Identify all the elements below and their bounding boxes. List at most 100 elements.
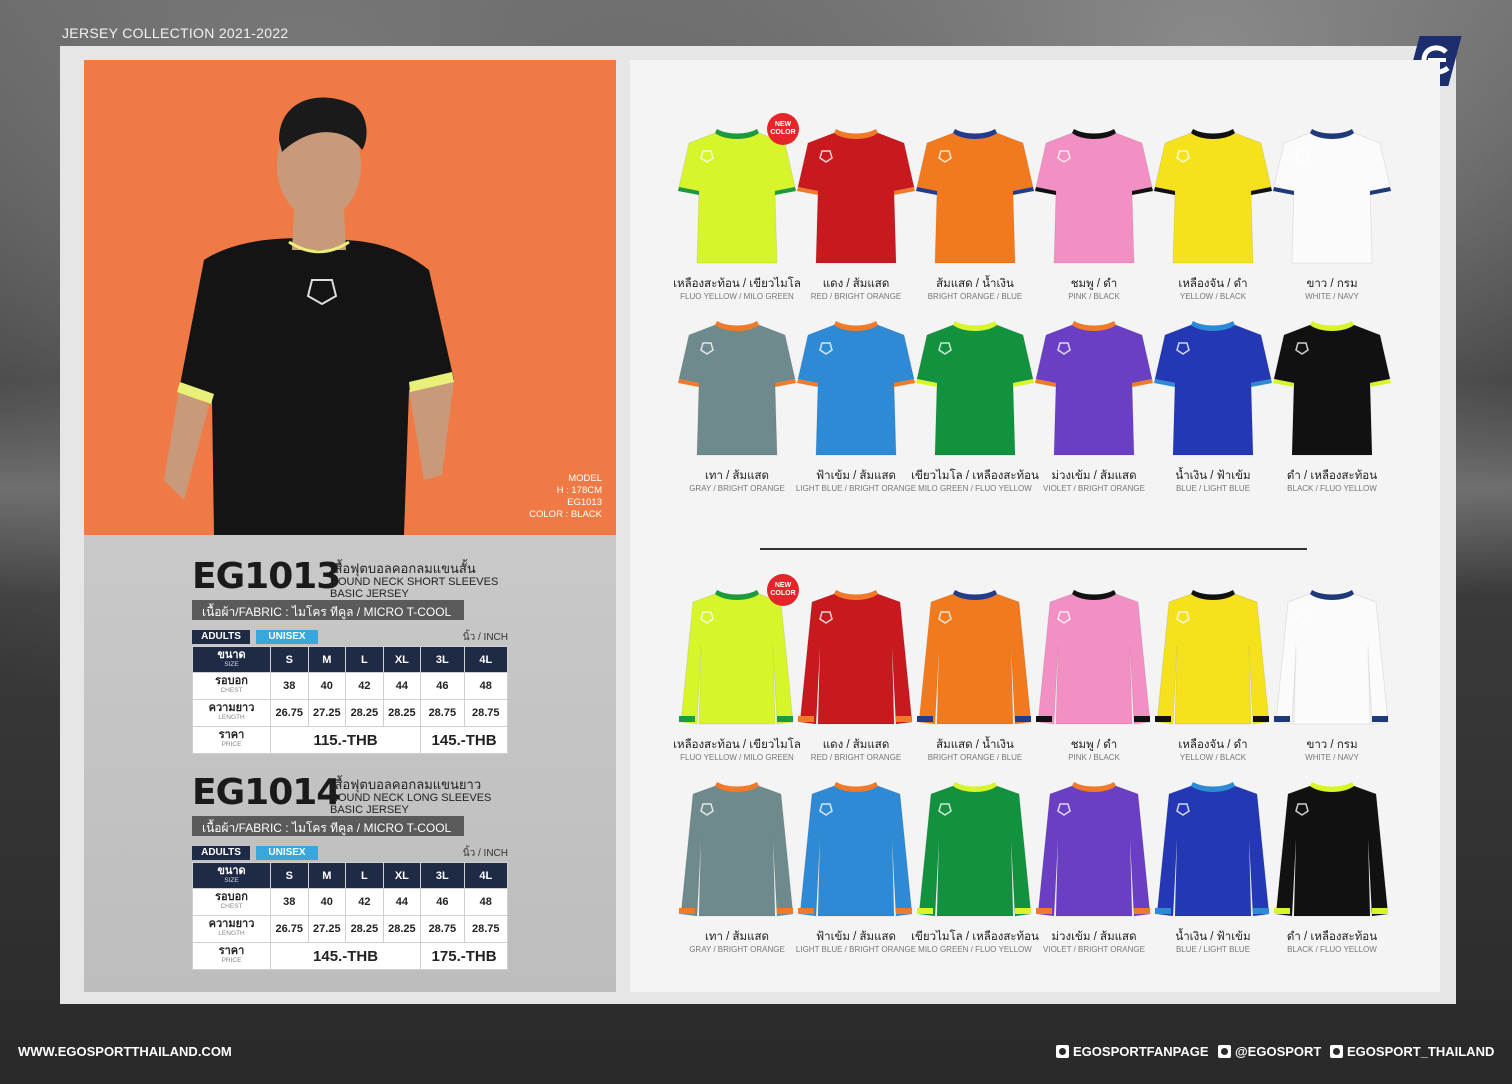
jersey-image <box>1274 590 1389 725</box>
jersey-swatch: เขียวไมโล / เหลืองสะท้อน MILO GREEN / FLU… <box>911 778 1039 963</box>
jersey-image <box>798 782 913 917</box>
chest-row-label: รอบอก CHEST <box>192 888 271 916</box>
collection-title: JERSEY COLLECTION 2021-2022 <box>62 25 289 41</box>
jersey-image <box>1155 590 1270 725</box>
jersey-swatch: ม่วงเข้ม / ส้มแสด VIOLET / BRIGHT ORANGE <box>1034 317 1154 502</box>
price-row-label: ราคา PRICE <box>192 942 271 970</box>
new-color-badge: NEW COLOR <box>767 574 799 606</box>
size-cell: 4L <box>463 646 509 673</box>
color-name-en: BLACK / FLUO YELLOW <box>1287 945 1377 954</box>
color-name-en: WHITE / NAVY <box>1305 753 1359 762</box>
jersey-image <box>798 590 913 725</box>
jersey-image <box>678 321 796 456</box>
price-large: 145.-THB <box>420 726 508 754</box>
price-large: 175.-THB <box>420 942 508 970</box>
jersey-image <box>917 782 1032 917</box>
jersey-swatch: แดง / ส้มแสด RED / BRIGHT ORANGE <box>796 586 916 771</box>
website-link[interactable]: WWW.EGOSPORTTHAILAND.COM <box>18 1044 232 1059</box>
new-badge-line2: COLOR <box>770 129 796 136</box>
jersey-image <box>1274 782 1389 917</box>
chest-cell: 42 <box>345 672 384 700</box>
price-row-label: ราคา PRICE <box>192 726 271 754</box>
size-cell: XL <box>382 862 422 889</box>
jersey-swatch: น้ำเงิน / ฟ้าเข้ม BLUE / LIGHT BLUE <box>1153 778 1273 963</box>
jersey-swatch: น้ำเงิน / ฟ้าเข้ม BLUE / LIGHT BLUE <box>1153 317 1273 502</box>
tag-row: ADULTS UNISEX นิ้ว / INCH <box>192 630 508 644</box>
color-name-th: ขาว / กรม <box>1306 739 1358 751</box>
size-table: ขนาด SIZE S M L XL 3L 4L รอบอก CHEST 38 40… <box>192 646 509 754</box>
jersey-image <box>797 129 915 264</box>
unisex-tag: UNISEX <box>256 846 318 860</box>
length-cell: 28.25 <box>382 915 422 943</box>
jersey-swatch: ขาว / กรม WHITE / NAVY <box>1272 125 1392 310</box>
color-name-th: ดำ / เหลืองสะท้อน <box>1286 470 1378 482</box>
size-cell: L <box>345 646 384 673</box>
jersey-swatch: เหลืองสะท้อน / เขียวไมโล FLUO YELLOW / MI… <box>673 586 801 771</box>
product-code: EG1013 <box>192 556 341 597</box>
line-link[interactable]: @EGOSPORT <box>1218 1044 1321 1059</box>
length-cell: 28.75 <box>463 915 509 943</box>
length-row-label: ความยาว LENGTH <box>192 915 271 943</box>
size-table: ขนาด SIZE S M L XL 3L 4L รอบอก CHEST 38 40… <box>192 862 509 970</box>
jersey-image <box>917 590 1032 725</box>
new-badge-line2: COLOR <box>770 590 796 597</box>
chest-cell: 44 <box>382 672 422 700</box>
jersey-image <box>916 129 1034 264</box>
color-name-en: WHITE / NAVY <box>1305 292 1359 301</box>
jersey-swatch: ฟ้าเข้ม / ส้มแสด LIGHT BLUE / BRIGHT ORAN… <box>796 317 916 502</box>
jersey-image <box>1154 321 1272 456</box>
length-cell: 28.75 <box>463 699 509 727</box>
fabric-label: เนื้อผ้า/FABRIC : ไมโคร ทีคูล / MICRO T-… <box>192 600 464 620</box>
jersey-swatch: ขาว / กรม WHITE / NAVY <box>1272 586 1392 771</box>
jersey-image <box>1273 321 1391 456</box>
jersey-swatch: เขียวไมโล / เหลืองสะท้อน MILO GREEN / FLU… <box>911 317 1039 502</box>
jersey-swatch: ชมพู / ดำ PINK / BLACK <box>1034 125 1154 310</box>
jersey-swatch: เทา / ส้มแสด GRAY / BRIGHT ORANGE <box>677 778 797 963</box>
size-row-label: ขนาด SIZE <box>192 862 271 889</box>
jersey-swatch: ส้มแสด / น้ำเงิน BRIGHT ORANGE / BLUE <box>915 125 1035 310</box>
jersey-image <box>1273 129 1391 264</box>
jersey-swatch: เทา / ส้มแสด GRAY / BRIGHT ORANGE <box>677 317 797 502</box>
chest-cell: 46 <box>420 672 465 700</box>
length-row-label: ความยาว LENGTH <box>192 699 271 727</box>
facebook-link[interactable]: EGOSPORTFANPAGE <box>1056 1044 1209 1059</box>
color-name-th: ดำ / เหลืองสะท้อน <box>1286 931 1378 943</box>
adults-tag: ADULTS <box>192 630 250 644</box>
length-cell: 27.25 <box>307 699 347 727</box>
color-name-en: BLACK / FLUO YELLOW <box>1287 484 1377 493</box>
facebook-handle: EGOSPORTFANPAGE <box>1073 1044 1209 1059</box>
jersey-swatch: ดำ / เหลืองสะท้อน BLACK / FLUO YELLOW <box>1272 317 1392 502</box>
jersey-image <box>1155 782 1270 917</box>
size-cell: 3L <box>420 862 465 889</box>
size-cell: 4L <box>463 862 509 889</box>
jersey-image <box>679 782 794 917</box>
chest-cell: 40 <box>307 672 347 700</box>
chest-cell: 40 <box>307 888 347 916</box>
length-cell: 28.25 <box>345 915 384 943</box>
model-photo: MODEL H : 178CM EG1013 COLOR : BLACK <box>84 60 616 535</box>
jersey-swatch: ส้มแสด / น้ำเงิน BRIGHT ORANGE / BLUE <box>915 586 1035 771</box>
facebook-icon <box>1056 1045 1069 1058</box>
jersey-image <box>1036 782 1151 917</box>
instagram-link[interactable]: EGOSPORT_THAILAND <box>1330 1044 1494 1059</box>
length-cell: 26.75 <box>270 699 309 727</box>
jersey-swatch: ม่วงเข้ม / ส้มแสด VIOLET / BRIGHT ORANGE <box>1034 778 1154 963</box>
model-label: MODEL <box>568 473 602 484</box>
model-code: EG1013 <box>567 497 602 508</box>
unit-label: นิ้ว / INCH <box>462 632 508 643</box>
section-divider <box>760 548 1307 550</box>
size-cell: S <box>270 646 309 673</box>
product-name-en: ROUND NECK LONG SLEEVES BASIC JERSEY <box>330 792 492 816</box>
chest-cell: 48 <box>463 672 509 700</box>
footer-bar: WWW.EGOSPORTTHAILAND.COM EGOSPORTFANPAGE… <box>0 1040 1512 1084</box>
model-illustration <box>164 97 454 535</box>
jersey-image <box>916 321 1034 456</box>
length-cell: 28.75 <box>420 915 465 943</box>
price-regular: 115.-THB <box>269 726 422 754</box>
jersey-image <box>1036 590 1151 725</box>
new-badge-line1: NEW <box>774 582 792 589</box>
product-code: EG1014 <box>192 772 341 813</box>
new-badge-line1: NEW <box>774 121 792 128</box>
jersey-image <box>678 129 796 264</box>
jersey-swatch: แดง / ส้มแสด RED / BRIGHT ORANGE <box>796 125 916 310</box>
